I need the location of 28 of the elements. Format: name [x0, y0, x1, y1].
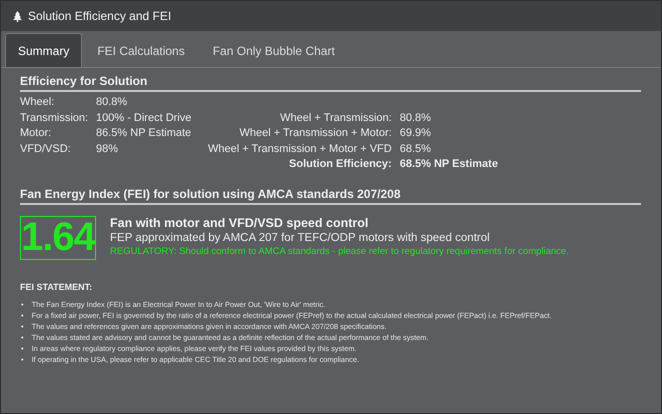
combined-value: 69.9% [400, 126, 432, 141]
combined-label: Wheel + Transmission + Motor: [238, 126, 393, 141]
combined-label: Solution Efficiency: [288, 157, 393, 172]
fei-description: FEP approximated by AMCA 207 for TEFC/ODP motors with speed control [110, 232, 491, 244]
efficiency-value: 100% - Direct Drive [96, 110, 192, 126]
combined-label: Wheel + Transmission + Motor + VFD [208, 142, 393, 156]
combined-value: 68.5% NP Estimate [400, 157, 498, 172]
window-title: Solution Efficiency and FEI [28, 9, 172, 23]
statement-heading: FEI STATEMENT: [20, 282, 94, 292]
combined-value: 80.8% [400, 110, 432, 126]
efficiency-label: Wheel: [20, 95, 56, 110]
efficiency-value: 80.8% [96, 95, 128, 110]
fei-title: Fan with motor and VFD/VSD speed control [110, 216, 370, 230]
combined-value: 68.5% [400, 142, 432, 156]
efficiency-label: Transmission: [20, 110, 90, 126]
efficiency-label: Motor: [20, 126, 52, 141]
efficiency-value: 86.5% NP Estimate [96, 126, 192, 141]
section-heading: Fan Energy Index (FEI) for solution using AMCA standards 207/208 [20, 186, 641, 204]
efficiency-label: VFD/VSD: [20, 142, 72, 156]
regulatory-note: REGULATORY: Should conform to AMCA standards - please refer to regulatory requirements for compliance. [110, 246, 569, 256]
combined-label: Wheel + Transmission: [279, 110, 393, 126]
tab[interactable]: Fan Only Bubble Chart [200, 33, 348, 67]
tree-icon [13, 10, 22, 22]
tab[interactable]: Summary [5, 33, 82, 67]
tab[interactable]: FEI Calculations [84, 33, 198, 67]
fei-value: 1.64 [20, 216, 96, 260]
efficiency-value: 98% [96, 142, 120, 156]
section-heading: Efficiency for Solution [20, 74, 641, 92]
